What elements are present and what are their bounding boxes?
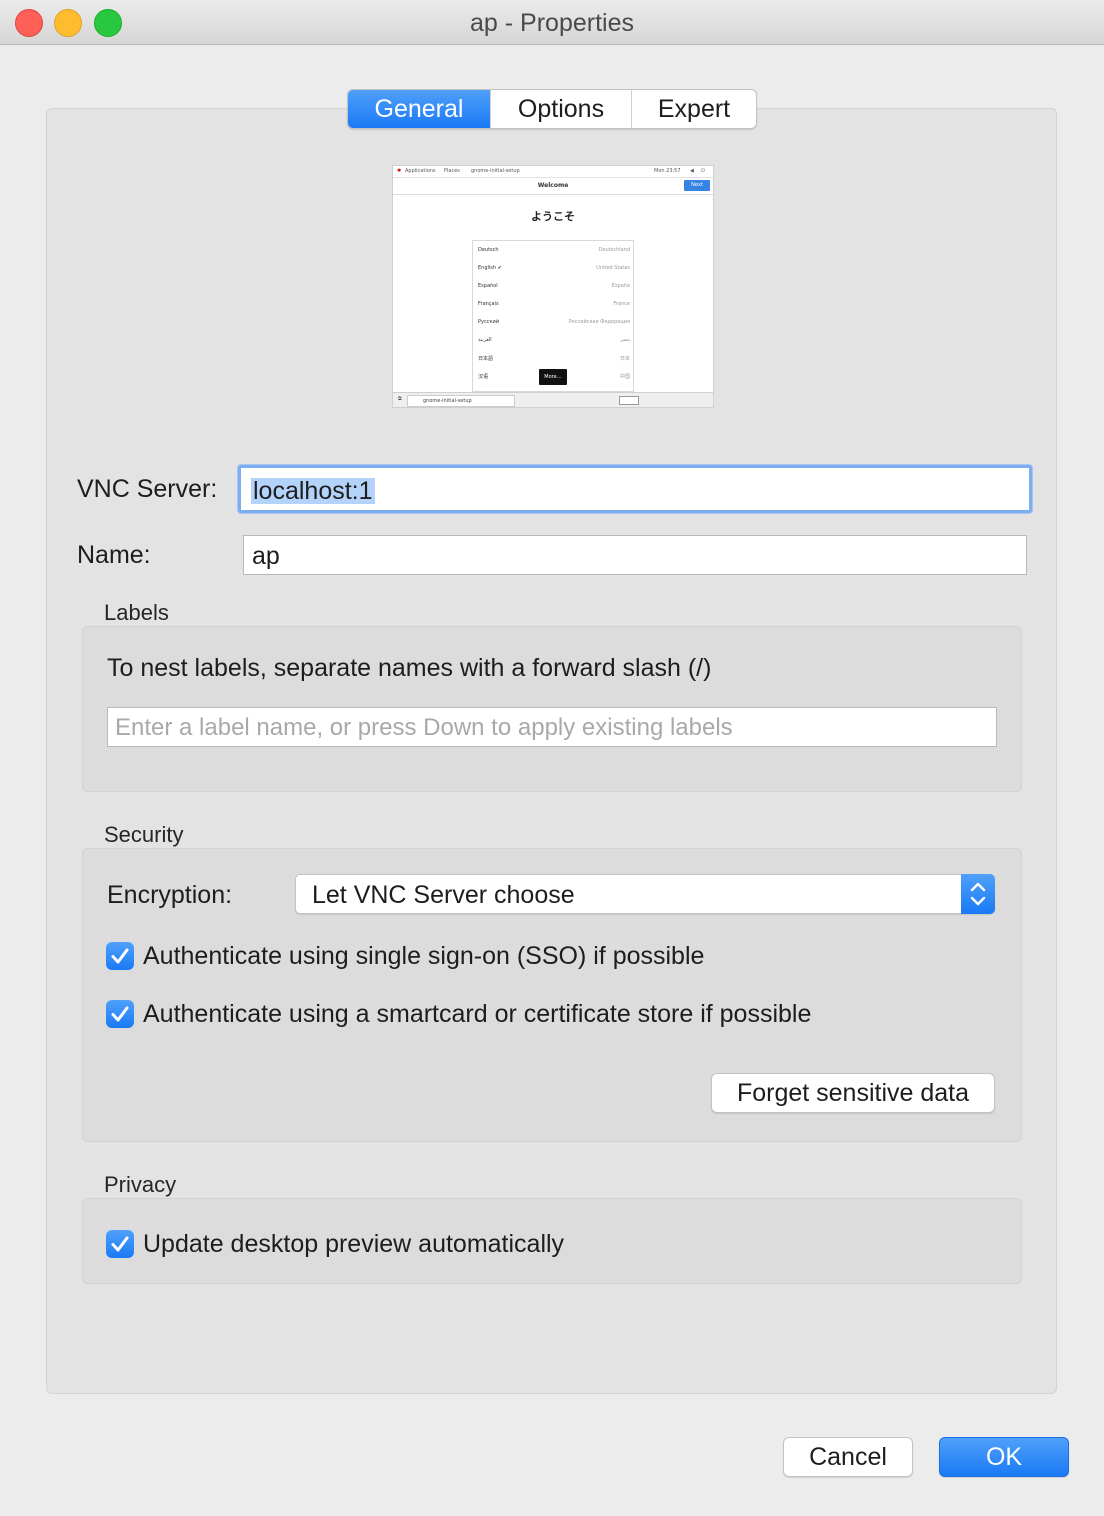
preview-clock: Mon 23:57 [654,168,681,174]
preview-greeting: ようこそ [531,210,575,223]
preview-power-icon: ⏻ [701,168,705,174]
preview-apps-label: Applications [405,168,436,174]
security-section-title: Security [104,822,184,847]
preview-language-row: English ✔ United States [478,265,630,271]
update-preview-label[interactable]: Update desktop preview automatically [143,1229,564,1259]
tab-bar: General Options Expert [347,89,757,129]
preview-taskbar-item: gnome-initial-setup [407,395,515,407]
preview-workspace-indicator [619,396,639,405]
preview-language-row: Deutsch Deutschland [478,247,630,253]
preview-more-button: More… [539,369,567,385]
update-preview-checkbox[interactable] [106,1230,134,1258]
preview-places-label: Places [444,168,460,174]
labels-hint: To nest labels, separate names with a fo… [107,654,712,682]
preview-taskbar: ⧉ gnome-initial-setup [393,392,713,407]
tab-expert[interactable]: Expert [632,90,756,128]
sso-label[interactable]: Authenticate using single sign-on (SSO) … [143,941,704,971]
privacy-section-title: Privacy [104,1172,177,1197]
preview-app-label: gnome-initial-setup [471,168,520,174]
labels-section-title: Labels [104,600,169,625]
vnc-server-label: VNC Server: [77,475,218,503]
name-value: ap [252,542,280,570]
name-label: Name: [77,541,151,569]
preview-topbar: ✱ Applications Places gnome-initial-setu… [393,166,713,178]
cancel-button[interactable]: Cancel [783,1437,913,1477]
preview-welcome-title: Welcome [537,182,569,189]
vnc-server-value: localhost:1 [251,477,375,505]
encryption-label: Encryption: [107,881,233,909]
preview-header: Welcome Next [393,178,713,195]
smartcard-label[interactable]: Authenticate using a smartcard or certif… [143,999,811,1029]
window-title: ap - Properties [470,9,634,37]
vnc-server-input[interactable]: localhost:1 [238,465,1032,513]
checkmark-icon [111,948,129,964]
checkmark-icon [111,1006,129,1022]
preview-volume-icon: ◀ [690,168,694,174]
preview-next-button: Next [684,180,710,191]
preview-language-row: العربية مصر [478,337,630,343]
preview-language-row: Русский Российская Федерация [478,319,630,325]
tab-general[interactable]: General [348,90,491,128]
checkmark-icon [111,1236,129,1252]
label-name-placeholder: Enter a label name, or press Down to app… [115,714,733,741]
tab-options[interactable]: Options [491,90,632,128]
encryption-select[interactable]: Let VNC Server choose [295,874,995,914]
ok-button[interactable]: OK [939,1437,1069,1477]
title-bar: ap - Properties [0,0,1104,45]
preview-language-row: 日本語 日本 [478,356,630,362]
preview-language-row: Español España [478,283,630,289]
chevron-up-down-icon [961,874,995,914]
forget-sensitive-data-button[interactable]: Forget sensitive data [711,1073,995,1113]
name-input[interactable]: ap [243,535,1027,575]
smartcard-checkbox[interactable] [106,1000,134,1028]
preview-window-icon: ⧉ [398,396,402,402]
encryption-value: Let VNC Server choose [312,881,575,909]
desktop-preview: ✱ Applications Places gnome-initial-setu… [392,165,714,408]
preview-apps-icon: ✱ [397,168,402,174]
sso-checkbox[interactable] [106,942,134,970]
label-name-input[interactable]: Enter a label name, or press Down to app… [107,707,997,747]
preview-language-row: Français France [478,301,630,307]
